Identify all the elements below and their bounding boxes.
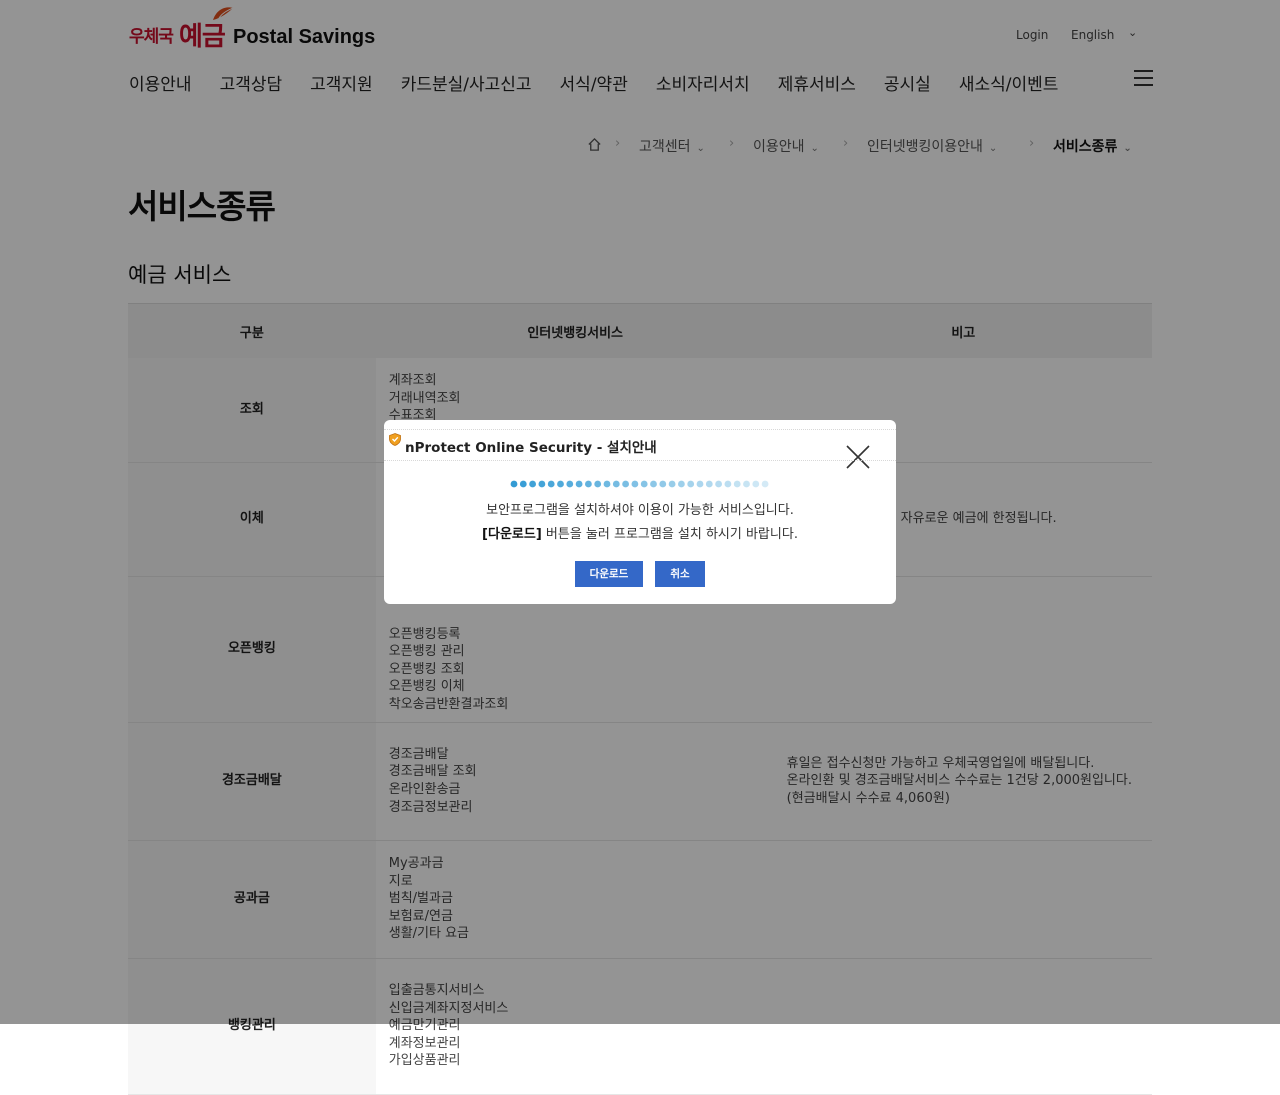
close-icon[interactable] xyxy=(846,445,870,469)
progress-dot xyxy=(752,480,760,488)
progress-dot xyxy=(678,480,685,488)
progress-dot xyxy=(538,480,546,488)
security-install-dialog: nProtect Online Security - 설치안내 보안프로그램을 … xyxy=(384,420,896,604)
progress-dot xyxy=(547,480,555,488)
progress-dot xyxy=(724,480,732,488)
progress-dot xyxy=(594,480,602,488)
service-item: 계좌정보관리 xyxy=(388,1035,461,1051)
dialog-message: 보안프로그램을 설치하셔야 이용이 가능한 서비스입니다. xyxy=(486,503,794,518)
download-button[interactable]: 다운로드 xyxy=(575,561,643,587)
dialog-instruction: [다운로드] 버튼을 눌러 프로그램을 설치 하시기 바랍니다. xyxy=(482,527,798,542)
progress-dot xyxy=(603,480,611,488)
progress-dot xyxy=(631,480,639,488)
shield-icon xyxy=(389,433,401,446)
progress-dot xyxy=(743,480,750,488)
progress-dot xyxy=(585,480,592,488)
progress-dot xyxy=(668,480,676,488)
progress-dot xyxy=(529,480,536,488)
progress-dot xyxy=(733,480,741,488)
progress-dot xyxy=(761,480,769,488)
divider xyxy=(384,460,896,461)
progress-dot xyxy=(705,480,713,488)
progress-dot xyxy=(696,480,704,488)
progress-dot xyxy=(519,480,527,488)
progress-dot xyxy=(687,480,695,488)
divider xyxy=(384,429,896,430)
progress-dot xyxy=(659,480,667,488)
dialog-title: nProtect Online Security - 설치안내 xyxy=(405,440,657,456)
progress-dot xyxy=(640,480,648,488)
progress-dot xyxy=(557,480,564,488)
service-item: 가입상품관리 xyxy=(388,1053,461,1069)
progress-dot xyxy=(510,480,518,488)
progress-dot xyxy=(575,480,583,488)
progress-dots xyxy=(510,480,769,488)
progress-dot xyxy=(566,480,574,488)
progress-dot xyxy=(612,480,620,488)
cancel-button[interactable]: 취소 xyxy=(655,561,705,587)
progress-dot xyxy=(650,480,657,488)
progress-dot xyxy=(715,480,722,488)
progress-dot xyxy=(622,480,629,488)
